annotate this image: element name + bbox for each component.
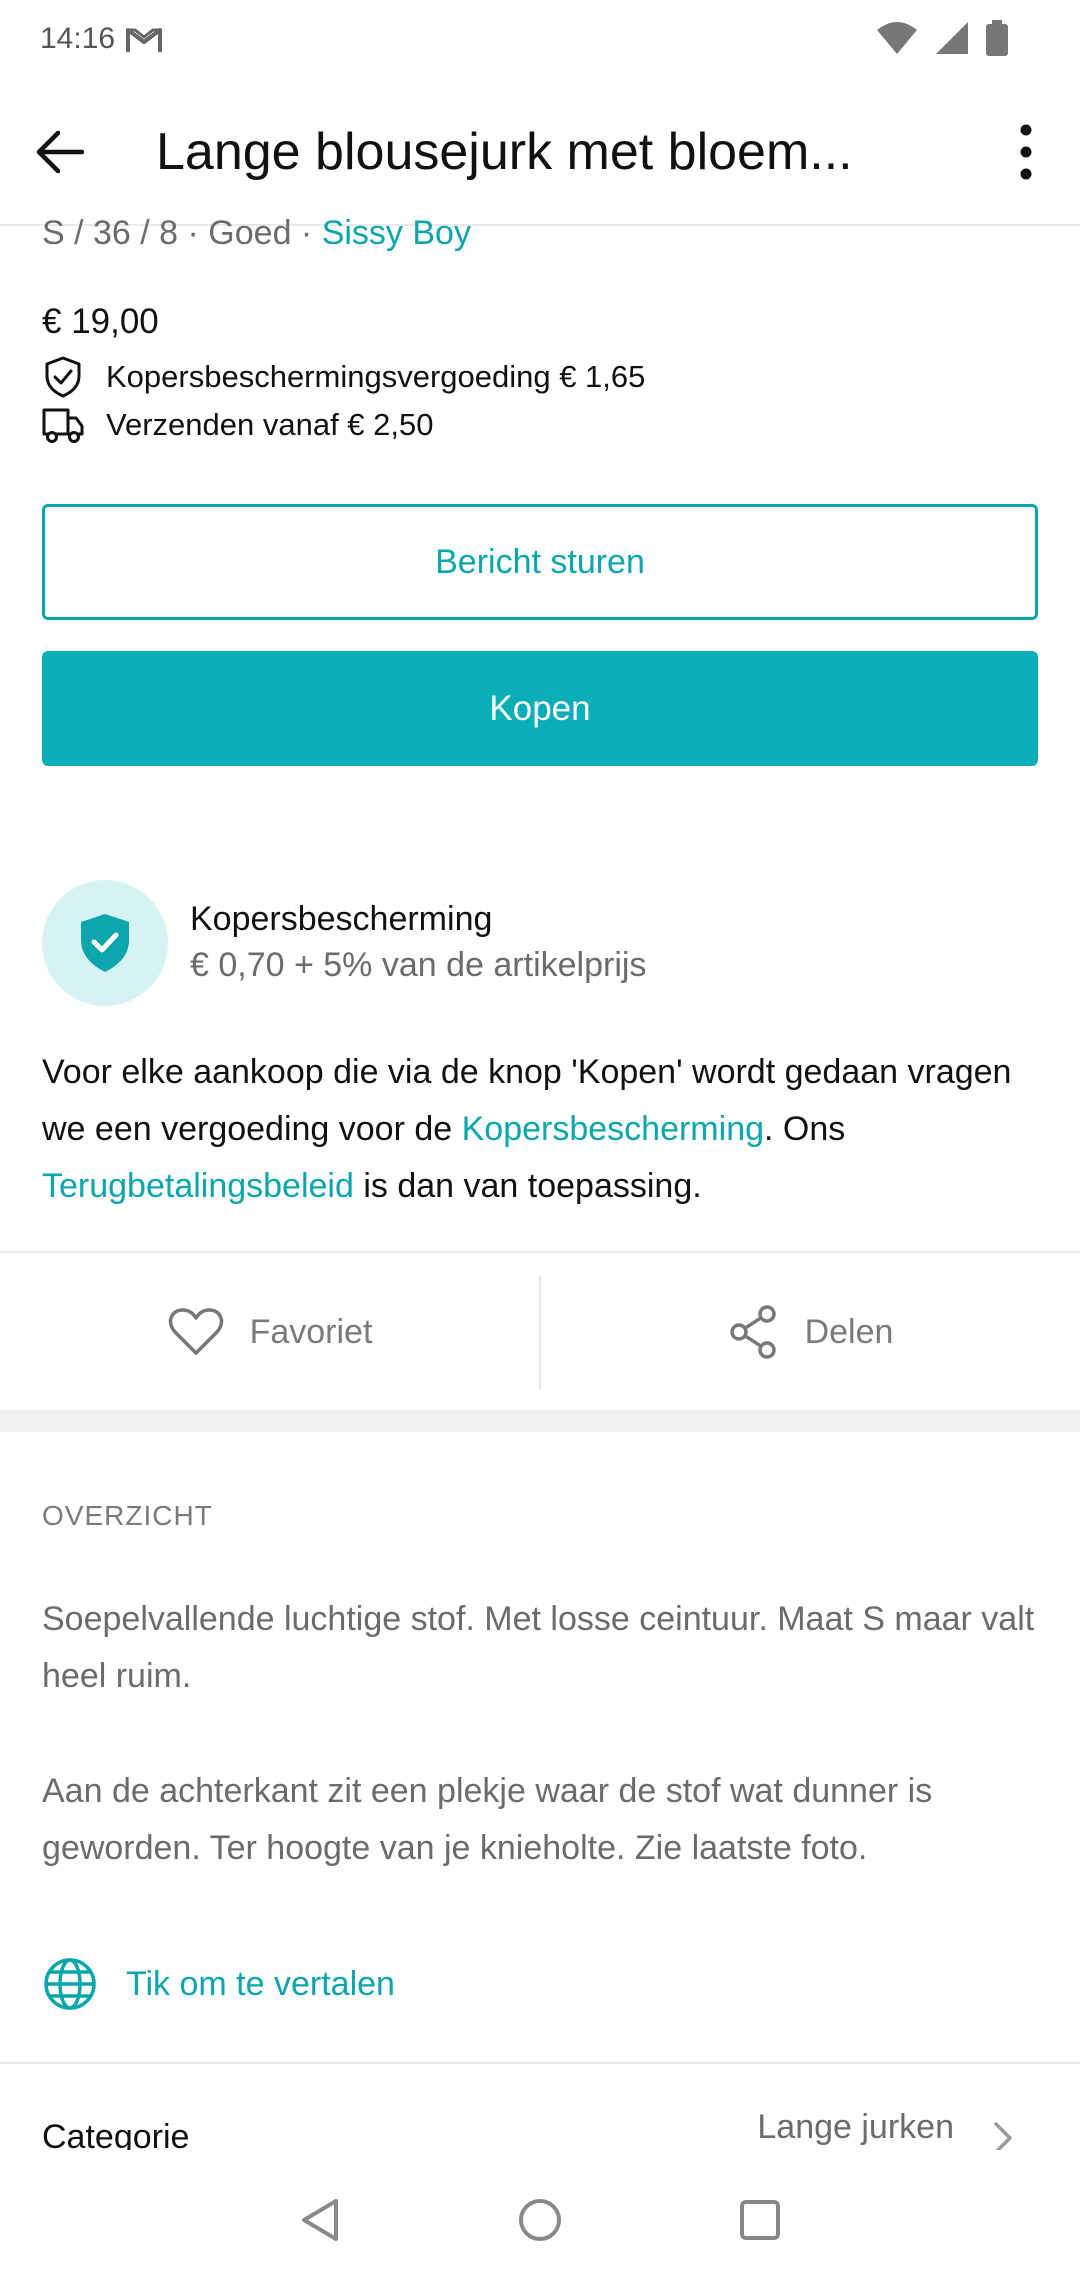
translate-button[interactable]: Tik om te vertalen: [42, 1956, 395, 2012]
item-meta: S / 36 / 8 · Goed · Sissy Boy: [42, 214, 471, 253]
wifi-icon: [877, 22, 917, 54]
shipping-text: Verzenden vanaf € 2,50: [106, 407, 434, 442]
refund-policy-link[interactable]: Terugbetalingsbeleid: [42, 1167, 354, 1205]
system-nav-bar: [0, 2150, 1080, 2280]
divider: [0, 2062, 1080, 2064]
shipping-row: Verzenden vanaf € 2,50: [42, 404, 433, 446]
overview-label: OVERZICHT: [42, 1500, 213, 1531]
nav-recents-button[interactable]: [730, 2190, 790, 2250]
shield-check-icon: [81, 914, 129, 972]
back-arrow-icon: [36, 130, 84, 174]
buyer-protection-badge: [42, 880, 168, 1006]
description-paragraph: Soepelvallende luchtige stof. Met losse …: [42, 1600, 1035, 1695]
battery-icon: [986, 20, 1008, 56]
square-recents-icon: [740, 2200, 780, 2240]
more-options-button[interactable]: [998, 120, 1054, 184]
translate-label: Tik om te vertalen: [126, 1964, 395, 2003]
protection-fee-text: Kopersbeschermingsvergoeding € 1,65: [106, 359, 646, 394]
protection-text-part: is dan van toepassing.: [353, 1167, 702, 1205]
gmail-icon: [126, 28, 162, 52]
item-actions: Favoriet Delen: [0, 1254, 1080, 1410]
status-icons: [876, 18, 1010, 58]
share-button[interactable]: Delen: [540, 1254, 1080, 1410]
nav-back-button[interactable]: [290, 2190, 350, 2250]
protection-text-part: . Ons: [764, 1110, 846, 1148]
buy-button[interactable]: Kopen: [42, 651, 1038, 766]
favorite-button[interactable]: Favoriet: [0, 1254, 540, 1410]
category-value[interactable]: Lange jurken: [757, 2108, 954, 2147]
item-price: € 19,00: [42, 302, 159, 341]
triangle-back-icon: [302, 2199, 338, 2241]
buyer-protection-title: Kopersbescherming: [190, 900, 493, 938]
shield-check-icon: [42, 356, 84, 398]
divider: [0, 1251, 1080, 1253]
favorite-label: Favoriet: [249, 1312, 373, 1351]
signal-icon: [936, 22, 968, 54]
buyer-protection-text: Voor elke aankoop die via de knop 'Kopen…: [42, 1044, 1042, 1215]
send-message-button[interactable]: Bericht sturen: [42, 504, 1038, 620]
share-label: Delen: [804, 1312, 894, 1351]
status-time: 14:16: [40, 22, 116, 55]
protection-fee-row[interactable]: Kopersbeschermingsvergoeding € 1,65: [42, 356, 645, 398]
section-gap: [0, 1410, 1080, 1432]
circle-home-icon: [519, 2199, 561, 2241]
status-bar: 14:16: [0, 0, 1080, 80]
buyer-protection-link[interactable]: Kopersbescherming: [462, 1110, 764, 1148]
brand-link[interactable]: Sissy Boy: [322, 214, 471, 252]
share-icon: [729, 1305, 776, 1359]
globe-icon: [44, 1958, 96, 2010]
app-bar: Lange blousejurk met bloem...: [0, 80, 1080, 226]
page-title: Lange blousejurk met bloem...: [156, 123, 853, 181]
truck-icon: [42, 404, 84, 446]
nav-home-button[interactable]: [510, 2190, 570, 2250]
more-vert-icon: [1020, 124, 1032, 180]
buyer-protection-subtitle: € 0,70 + 5% van de artikelprijs: [190, 946, 647, 984]
item-size-condition: S / 36 / 8 · Goed ·: [42, 214, 322, 252]
description-paragraph: Aan de achterkant zit een plekje waar de…: [42, 1772, 933, 1867]
back-button[interactable]: [28, 120, 92, 184]
heart-icon: [168, 1308, 223, 1355]
